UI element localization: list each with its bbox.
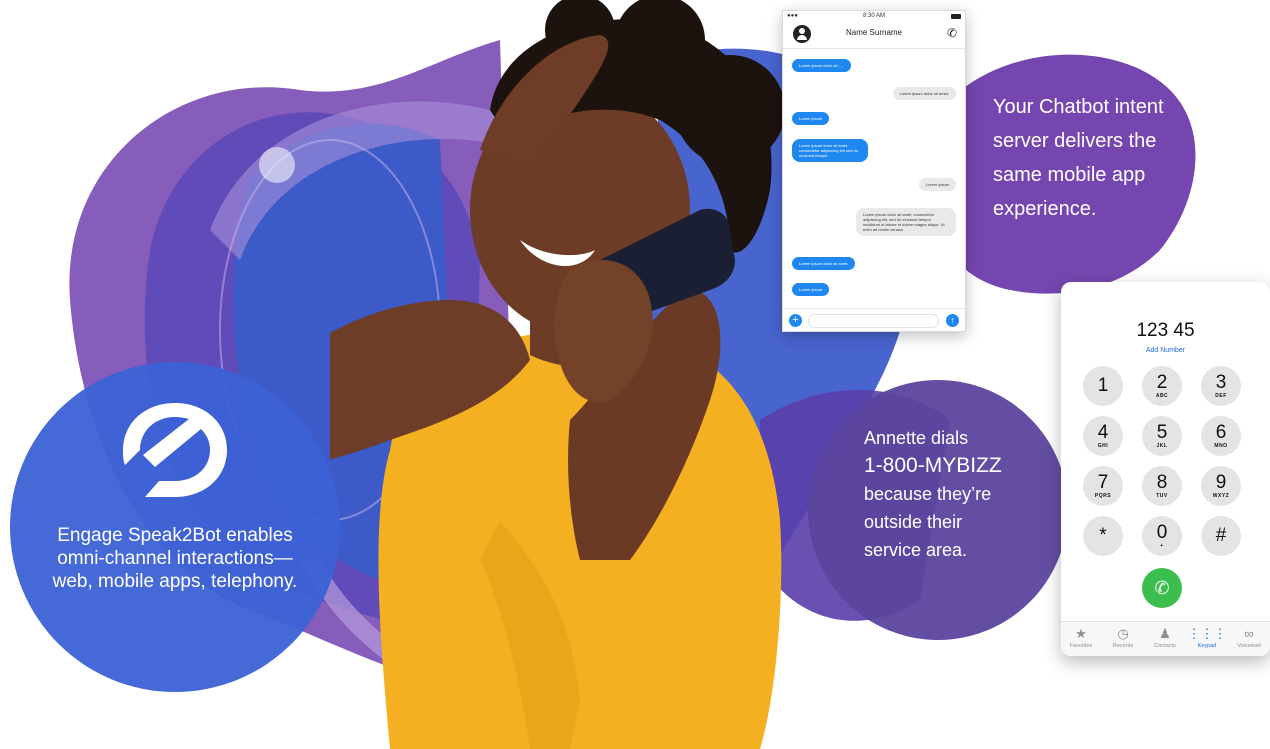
tab-contacts[interactable]: ♟ Contacts: [1145, 626, 1185, 649]
clock-icon: ◷: [1117, 626, 1129, 641]
keypad-icon: ⋮⋮⋮: [1187, 626, 1227, 641]
middle-line-3: because they’re: [864, 484, 992, 504]
left-circle-text: Engage Speak2Bot enables omni-channel in…: [52, 525, 298, 592]
middle-circle-text: Annette dials 1-800-MYBIZZ because they’…: [864, 424, 1064, 564]
chat-message: Lorem ipsum: [792, 112, 830, 125]
tab-recents[interactable]: ◷ Recents: [1103, 626, 1143, 649]
star-icon: ★: [1075, 626, 1087, 641]
chat-message: Lorem ipsum: [792, 283, 830, 296]
signal-icon: ●●●: [787, 13, 798, 19]
phone-tab-bar: ★ Favorites ◷ Recents ♟ Contacts ⋮⋮⋮ Keypad …: [1061, 621, 1270, 656]
message-input[interactable]: [808, 314, 939, 328]
middle-line-4: outside their: [864, 512, 963, 532]
right-top-text: Your Chatbot intent server delivers the …: [993, 96, 1164, 220]
contact-name: Name Surname: [845, 28, 903, 37]
middle-line-5: service area.: [864, 540, 968, 560]
key-hash[interactable]: #: [1201, 516, 1241, 556]
status-time: 8:30 AM: [862, 13, 885, 19]
key-9[interactable]: 9 WXYZ: [1201, 466, 1241, 506]
key-4[interactable]: 4 GHI: [1083, 416, 1123, 456]
message-composer: + ↑: [783, 308, 965, 331]
send-button[interactable]: ↑: [946, 314, 959, 327]
chat-header: Name Surname ✆: [783, 22, 965, 49]
key-3[interactable]: 3 DEF: [1201, 366, 1241, 406]
chat-message: Lorem ipsum dolor sit amet.: [792, 257, 856, 270]
contacts-icon: ♟: [1159, 626, 1171, 641]
add-number-link[interactable]: Add Number: [1061, 347, 1270, 354]
chat-message: Lorem ipsum dolor sit amet.: [892, 87, 956, 100]
voicemail-icon: ∞: [1244, 626, 1254, 641]
chat-message: Lorem ipsum dolor sit amet, consectetur …: [792, 139, 868, 162]
key-star[interactable]: *: [1083, 516, 1123, 556]
key-0[interactable]: 0 +: [1142, 516, 1182, 556]
key-5[interactable]: 5 JKL: [1142, 416, 1182, 456]
tab-keypad[interactable]: ⋮⋮⋮ Keypad: [1187, 626, 1227, 649]
tab-voicemail[interactable]: ∞ Voicemail: [1229, 626, 1269, 649]
battery-icon: [951, 14, 961, 19]
chat-message: Lorem ipsum dolor sit amet, consectetur …: [856, 208, 956, 236]
middle-line-1: Annette dials: [864, 428, 969, 448]
key-8[interactable]: 8 TUV: [1142, 466, 1182, 506]
key-7[interactable]: 7 PQRS: [1083, 466, 1123, 506]
tab-favorites[interactable]: ★ Favorites: [1061, 626, 1101, 649]
call-button[interactable]: ✆: [1142, 568, 1182, 608]
middle-phone-number: 1-800-MYBIZZ: [864, 454, 1002, 477]
key-1[interactable]: 1: [1083, 366, 1123, 406]
speak2bot-logo: [123, 403, 227, 497]
key-6[interactable]: 6 MNO: [1201, 416, 1241, 456]
woman-on-phone-photo: [330, 0, 785, 749]
key-2[interactable]: 2 ABC: [1142, 366, 1182, 406]
status-bar: ●●● 8:30 AM: [783, 11, 965, 22]
phone-call-icon[interactable]: ✆: [947, 26, 957, 40]
chat-phone-screen: ●●● 8:30 AM Name Surname ✆ Lorem ipsum d…: [782, 10, 966, 332]
keypad-phone-screen: 123 45 Add Number 1 2 ABC 3 DEF 4 GHI 5 JKL …: [1061, 282, 1270, 656]
chat-message: Lorem ipsum dolor sit......: [792, 59, 851, 72]
add-attachment-button[interactable]: +: [789, 314, 802, 327]
dialed-number: 123 45: [1136, 320, 1195, 341]
chat-message: Lorem ipsum: [918, 178, 956, 191]
